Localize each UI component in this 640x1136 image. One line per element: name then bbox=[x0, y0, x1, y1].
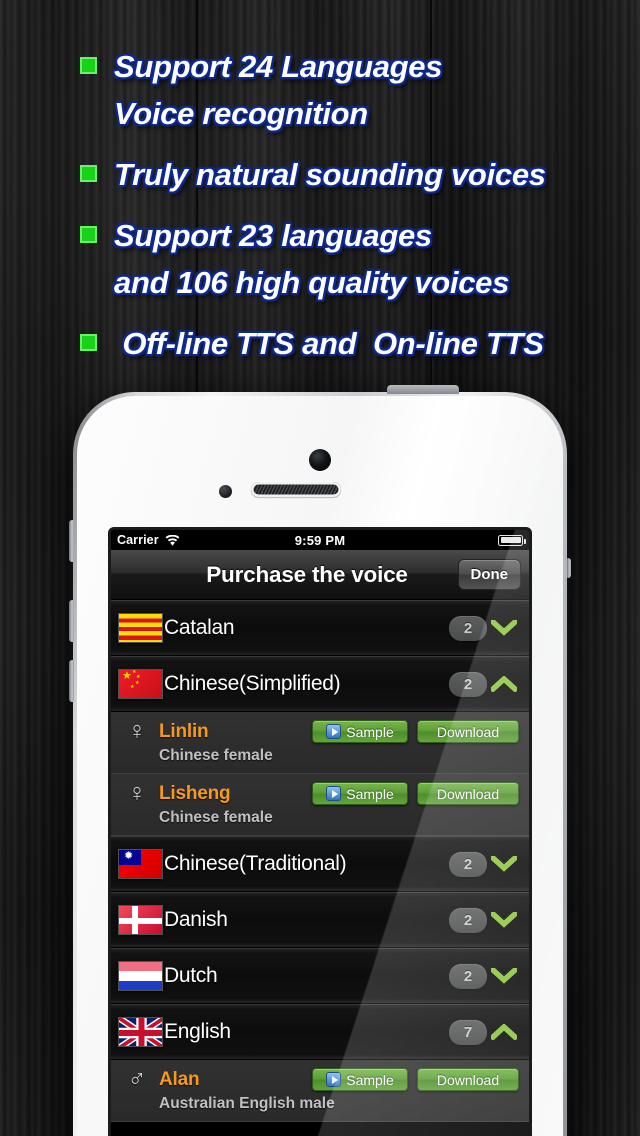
language-name: Dutch bbox=[164, 964, 218, 987]
language-name: Chinese(Simplified) bbox=[164, 672, 341, 695]
voice-row[interactable]: ♂ Alan Sample Download Australian Englis… bbox=[111, 1060, 529, 1122]
voice-group-chinese-simplified: ♀ Linlin Sample Download Chinese female bbox=[111, 712, 529, 836]
language-row-chinese-traditional[interactable]: ✹ Chinese(Traditional) 2 bbox=[111, 836, 529, 892]
done-button[interactable]: Done bbox=[457, 559, 521, 590]
proximity-sensor-icon bbox=[219, 485, 232, 498]
chevron-down-icon[interactable] bbox=[487, 856, 521, 872]
iphone-device-mockup: Carrier 9:59 PM Purchase the voice Done bbox=[69, 385, 571, 1136]
sample-button[interactable]: Sample bbox=[312, 720, 408, 743]
clock-label: 9:59 PM bbox=[294, 532, 346, 548]
voice-name: Alan bbox=[159, 1068, 200, 1090]
language-name: Chinese(Traditional) bbox=[164, 852, 347, 875]
voice-count-badge: 2 bbox=[449, 963, 487, 989]
china-flag-icon: ★ ★ ★ ★ ★ bbox=[118, 669, 163, 699]
language-row-catalan[interactable]: Catalan 2 bbox=[111, 600, 529, 656]
promo-text: Off-line TTS and On-line TTS bbox=[114, 326, 544, 361]
navigation-bar: Purchase the voice Done bbox=[111, 550, 529, 600]
bullet-square-icon bbox=[80, 334, 97, 351]
promo-text: and 106 high quality voices bbox=[114, 265, 510, 300]
language-list[interactable]: Catalan 2 ★ ★ ★ ★ ★ Chinese(Simplified) … bbox=[111, 600, 529, 1122]
language-row-english[interactable]: English 7 bbox=[111, 1004, 529, 1060]
language-name: Catalan bbox=[164, 616, 235, 639]
voice-count-badge: 2 bbox=[449, 907, 487, 933]
front-camera-icon bbox=[309, 449, 331, 471]
promo-line: Support 24 Languages bbox=[0, 44, 640, 89]
play-icon bbox=[326, 724, 342, 739]
promo-text: Support 24 Languages bbox=[114, 49, 443, 84]
earpiece-speaker-icon bbox=[251, 482, 341, 497]
battery-icon bbox=[498, 534, 526, 546]
promo-feature-list: Support 24 Languages Voice recognition T… bbox=[0, 44, 640, 368]
sample-button[interactable]: Sample bbox=[312, 782, 408, 805]
sample-button-label: Sample bbox=[346, 723, 394, 740]
download-button[interactable]: Download bbox=[417, 1068, 519, 1091]
bullet-square-icon bbox=[80, 165, 97, 182]
sample-button[interactable]: Sample bbox=[312, 1068, 408, 1091]
male-symbol-icon: ♂ bbox=[127, 1065, 147, 1093]
language-name: Danish bbox=[164, 908, 228, 931]
promo-line: Voice recognition bbox=[0, 91, 640, 136]
volume-down-button[interactable] bbox=[69, 660, 74, 702]
promo-line: and 106 high quality voices bbox=[0, 260, 640, 305]
voice-description: Chinese female bbox=[159, 809, 273, 826]
voice-row[interactable]: ♀ Lisheng Sample Download Chinese female bbox=[111, 774, 529, 836]
language-row-danish[interactable]: Danish 2 bbox=[111, 892, 529, 948]
female-symbol-icon: ♀ bbox=[127, 717, 147, 745]
bullet-square-icon bbox=[80, 57, 97, 74]
promo-line: Truly natural sounding voices bbox=[0, 152, 640, 197]
voice-description: Australian English male bbox=[159, 1095, 335, 1112]
voice-count-badge: 7 bbox=[449, 1019, 487, 1045]
uk-flag-icon bbox=[118, 1017, 163, 1047]
promo-text: Support 23 languages bbox=[114, 218, 432, 253]
download-button[interactable]: Download bbox=[417, 720, 519, 743]
play-icon bbox=[326, 1072, 342, 1087]
promo-line: Off-line TTS and On-line TTS bbox=[0, 321, 640, 366]
power-button[interactable] bbox=[387, 385, 459, 394]
volume-up-button[interactable] bbox=[69, 600, 74, 642]
voice-name: Lisheng bbox=[159, 782, 231, 804]
voice-row[interactable]: ♀ Linlin Sample Download Chinese female bbox=[111, 712, 529, 774]
download-button[interactable]: Download bbox=[417, 782, 519, 805]
chevron-down-icon[interactable] bbox=[487, 620, 521, 636]
denmark-flag-icon bbox=[118, 905, 163, 935]
sim-tray bbox=[567, 558, 571, 578]
voice-description: Chinese female bbox=[159, 747, 273, 764]
page-title: Purchase the voice bbox=[206, 561, 408, 587]
bullet-square-icon bbox=[80, 226, 97, 243]
mute-switch[interactable] bbox=[69, 520, 74, 562]
chevron-up-icon[interactable] bbox=[487, 1024, 521, 1040]
language-name: English bbox=[164, 1020, 231, 1043]
voice-count-badge: 2 bbox=[449, 851, 487, 877]
play-icon bbox=[326, 786, 342, 801]
sample-button-label: Sample bbox=[346, 1071, 394, 1088]
status-bar: Carrier 9:59 PM bbox=[111, 530, 529, 550]
voice-name: Linlin bbox=[159, 720, 209, 742]
promo-text: Voice recognition bbox=[114, 96, 368, 131]
promo-text: Truly natural sounding voices bbox=[114, 157, 546, 192]
catalan-flag-icon bbox=[118, 613, 163, 643]
netherlands-flag-icon bbox=[118, 961, 163, 991]
chevron-down-icon[interactable] bbox=[487, 968, 521, 984]
chevron-up-icon[interactable] bbox=[487, 676, 521, 692]
sample-button-label: Sample bbox=[346, 785, 394, 802]
language-row-dutch[interactable]: Dutch 2 bbox=[111, 948, 529, 1004]
phone-screen: Carrier 9:59 PM Purchase the voice Done bbox=[111, 530, 529, 1136]
voice-count-badge: 2 bbox=[449, 615, 487, 641]
language-row-chinese-simplified[interactable]: ★ ★ ★ ★ ★ Chinese(Simplified) 2 bbox=[111, 656, 529, 712]
promo-line: Support 23 languages bbox=[0, 213, 640, 258]
female-symbol-icon: ♀ bbox=[127, 779, 147, 807]
taiwan-flag-icon: ✹ bbox=[118, 849, 163, 879]
chevron-down-icon[interactable] bbox=[487, 912, 521, 928]
voice-group-english: ♂ Alan Sample Download Australian Englis… bbox=[111, 1060, 529, 1122]
voice-count-badge: 2 bbox=[449, 671, 487, 697]
